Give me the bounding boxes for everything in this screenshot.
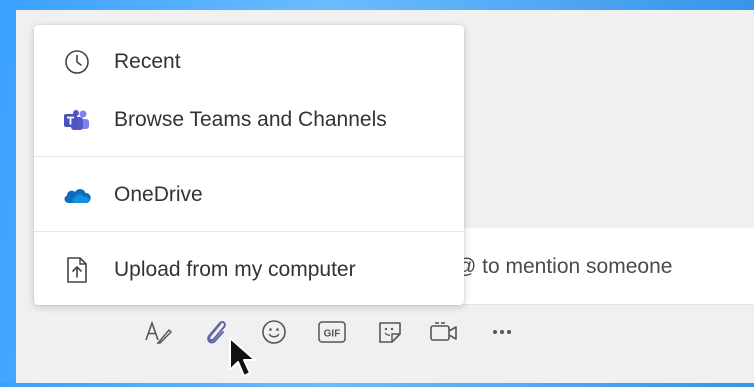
- menu-item-label: Browse Teams and Channels: [114, 108, 387, 131]
- menu-item-label: OneDrive: [114, 183, 203, 206]
- sticker-icon[interactable]: [372, 310, 408, 354]
- attach-menu: Recent Browse Teams and Channels OneDriv…: [34, 25, 464, 305]
- gif-label: GIF: [324, 329, 341, 340]
- menu-item-label: Recent: [114, 50, 181, 73]
- compose-toolbar: GIF: [0, 310, 754, 354]
- mouse-pointer-icon: [228, 336, 262, 387]
- format-icon[interactable]: [140, 310, 176, 354]
- clock-icon: [62, 47, 92, 77]
- menu-item-onedrive[interactable]: OneDrive: [34, 170, 464, 220]
- onedrive-icon: [62, 180, 92, 210]
- gif-icon[interactable]: GIF: [314, 310, 350, 354]
- menu-item-recent[interactable]: Recent: [34, 37, 464, 87]
- menu-divider: [34, 231, 464, 232]
- upload-icon: [62, 255, 92, 285]
- compose-underline: [446, 304, 754, 305]
- menu-divider: [34, 156, 464, 157]
- menu-item-label: Upload from my computer: [114, 258, 356, 281]
- menu-item-browse-teams[interactable]: Browse Teams and Channels: [34, 95, 464, 145]
- more-icon[interactable]: [484, 310, 520, 354]
- compose-placeholder[interactable]: @ to mention someone: [455, 255, 672, 279]
- teams-icon: [62, 105, 92, 135]
- meet-icon[interactable]: [426, 310, 462, 354]
- menu-item-upload[interactable]: Upload from my computer: [34, 245, 464, 295]
